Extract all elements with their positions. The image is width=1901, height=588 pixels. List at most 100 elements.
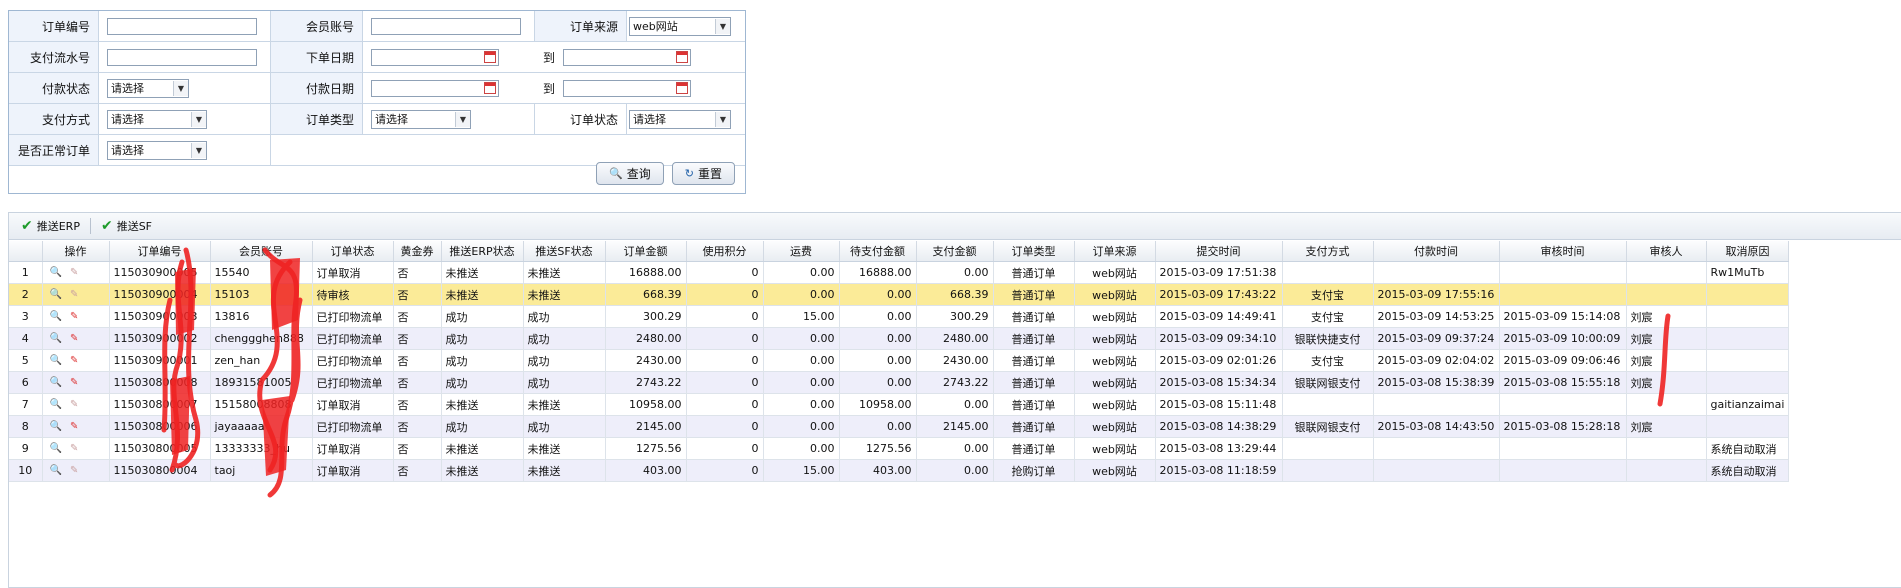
edit-icon[interactable]: ✎: [70, 377, 78, 388]
cell-pay-method: 银联网银支付: [1282, 371, 1374, 394]
cell-submit-time: 2015-03-09 14:49:41: [1155, 305, 1283, 328]
cell-order-status: 订单取消: [312, 261, 394, 284]
col-header-push-sf-status[interactable]: 推送SF状态: [523, 241, 606, 262]
magnifier-icon[interactable]: 🔍: [50, 267, 62, 278]
order-date-start[interactable]: [371, 48, 499, 66]
source-select-value: web网站: [633, 20, 678, 33]
reset-button[interactable]: ↻ 重置: [671, 162, 735, 185]
col-header-op[interactable]: 操作: [42, 241, 110, 262]
order-status-select[interactable]: 请选择 ▼: [629, 109, 731, 129]
col-header-submit-time[interactable]: 提交时间: [1155, 241, 1283, 262]
table-row[interactable]: 3 🔍 ✎ 115030900003 13816 已打印物流单否成功 成功 300.29 0 15…: [9, 305, 1790, 328]
col-header-review-time[interactable]: 审核时间: [1499, 241, 1627, 262]
member-input[interactable]: [371, 17, 521, 35]
normal-order-label: 是否正常订单: [9, 135, 99, 166]
magnifier-icon[interactable]: 🔍: [50, 465, 62, 476]
op-cell: 🔍 ✎: [42, 261, 110, 284]
table-row[interactable]: 5 🔍 ✎ 115030900001 zen_han 已打印物流单否成功 成功 2430.00…: [9, 349, 1790, 372]
col-header-cancel-reason[interactable]: 取消原因: [1706, 241, 1790, 262]
op-cell: 🔍 ✎: [42, 349, 110, 372]
cell-review-time: [1499, 393, 1627, 416]
cell-order-no: 115030800004: [109, 459, 211, 482]
magnifier-icon[interactable]: 🔍: [50, 421, 62, 432]
col-header-freight[interactable]: 运费: [763, 241, 840, 262]
edit-icon[interactable]: ✎: [70, 399, 78, 410]
magnifier-icon[interactable]: 🔍: [50, 377, 62, 388]
table-row[interactable]: 9 🔍 ✎ 115030800005 13333333_hu 订单取消否未推送 未推送 127…: [9, 437, 1790, 460]
magnifier-icon[interactable]: 🔍: [50, 355, 62, 366]
col-header-order-amount[interactable]: 订单金额: [605, 241, 687, 262]
push-sf-button[interactable]: ✔ 推送SF: [95, 215, 158, 237]
col-header-gold-coupon[interactable]: 黄金券: [393, 241, 442, 262]
magnifier-icon[interactable]: 🔍: [50, 289, 62, 300]
edit-icon[interactable]: ✎: [70, 311, 78, 322]
table-row[interactable]: 2 🔍 ✎ 115030900004 15103 待审核否未推送 未推送 668.39 0 0.0…: [9, 283, 1790, 306]
query-button[interactable]: 🔍 查询: [596, 162, 664, 185]
col-header-reviewer[interactable]: 审核人: [1626, 241, 1707, 262]
cell-freight: 0.00: [763, 415, 840, 438]
col-header-rownum[interactable]: [9, 241, 43, 262]
cell-reviewer: [1626, 261, 1707, 284]
cell-freight: 0.00: [763, 349, 840, 372]
cell-order-type: 普通订单: [993, 437, 1075, 460]
pay-method-select[interactable]: 请选择 ▼: [107, 109, 207, 129]
col-header-pending-amount[interactable]: 待支付金额: [839, 241, 917, 262]
order-no-input[interactable]: [107, 17, 257, 35]
magnifier-icon[interactable]: 🔍: [50, 311, 62, 322]
cell-order-no: 115030900004: [109, 283, 211, 306]
calendar-icon[interactable]: [676, 50, 689, 63]
col-header-push-erp-status[interactable]: 推送ERP状态: [441, 241, 524, 262]
col-header-order-type[interactable]: 订单类型: [993, 241, 1075, 262]
pay-status-select[interactable]: 请选择 ▼: [107, 78, 189, 98]
edit-icon[interactable]: ✎: [70, 355, 78, 366]
cell-reviewer: 刘宸: [1626, 305, 1707, 328]
edit-icon[interactable]: ✎: [70, 465, 78, 476]
magnifier-icon[interactable]: 🔍: [50, 443, 62, 454]
pay-date-end[interactable]: [563, 79, 692, 97]
table-header-row: 操作 订单编号 会员账号 订单状态 黄金券 推送ERP状态 推送SF状态 订单金额 使用积分 运费…: [9, 241, 1790, 262]
edit-icon[interactable]: ✎: [70, 443, 78, 454]
col-header-pay-method[interactable]: 支付方式: [1282, 241, 1374, 262]
cell-pending-amount: 0.00: [839, 305, 917, 328]
calendar-icon[interactable]: [484, 50, 496, 63]
edit-icon[interactable]: ✎: [70, 333, 78, 344]
col-header-pay-time[interactable]: 付款时间: [1373, 241, 1500, 262]
pay-serial-input[interactable]: [107, 48, 257, 66]
cell-submit-time: 2015-03-09 09:34:10: [1155, 327, 1283, 350]
table-row[interactable]: 4 🔍 ✎ 115030900002 chenggghen888 已打印物流单否成功 成功 2…: [9, 327, 1790, 350]
cell-cancel-reason: [1706, 305, 1790, 328]
table-row[interactable]: 7 🔍 ✎ 115030800007 15158008808 订单取消否未推送 未推送 109…: [9, 393, 1790, 416]
col-header-member[interactable]: 会员账号: [210, 241, 313, 262]
edit-icon[interactable]: ✎: [70, 421, 78, 432]
edit-icon[interactable]: ✎: [70, 289, 78, 300]
cell-reviewer: 刘宸: [1626, 349, 1707, 372]
order-date-end[interactable]: [563, 48, 692, 66]
col-header-order-status[interactable]: 订单状态: [312, 241, 394, 262]
pay-date-start[interactable]: [371, 79, 499, 97]
cell-push-erp-status: 成功: [441, 371, 524, 394]
edit-icon[interactable]: ✎: [70, 267, 78, 278]
cell-submit-time: 2015-03-08 11:18:59: [1155, 459, 1283, 482]
source-select[interactable]: web网站 ▼: [629, 16, 731, 36]
op-cell: 🔍 ✎: [42, 371, 110, 394]
normal-order-select[interactable]: 请选择 ▼: [107, 140, 207, 160]
table-row[interactable]: 1 🔍 ✎ 115030900005 15540 订单取消否未推送 未推送 16888.00 0…: [9, 261, 1790, 284]
push-erp-button[interactable]: ✔ 推送ERP: [15, 215, 86, 237]
table-row[interactable]: 10 🔍 ✎ 115030800004 taoj 订单取消否未推送 未推送 403.00 0 15…: [9, 459, 1790, 482]
order-date-label: 下单日期: [271, 42, 363, 73]
calendar-icon[interactable]: [484, 81, 496, 94]
calendar-icon[interactable]: [676, 81, 689, 94]
magnifier-icon[interactable]: 🔍: [50, 399, 62, 410]
table-row[interactable]: 8 🔍 ✎ 115030800006 jayaaaaa 已打印物流单否成功 成功 2145.0…: [9, 415, 1790, 438]
source-label: 订单来源: [535, 11, 627, 42]
form-buttons: 🔍 查询 ↻ 重置: [596, 162, 735, 185]
push-sf-label: 推送SF: [116, 220, 153, 233]
col-header-order-source[interactable]: 订单来源: [1074, 241, 1156, 262]
magnifier-icon[interactable]: 🔍: [50, 333, 62, 344]
col-header-order-no[interactable]: 订单编号: [109, 241, 211, 262]
order-type-select[interactable]: 请选择 ▼: [371, 109, 471, 129]
col-header-paid-amount[interactable]: 支付金额: [916, 241, 994, 262]
reset-button-label: 重置: [697, 167, 722, 181]
table-row[interactable]: 6 🔍 ✎ 115030800008 18931581005 已打印物流单否成功 成功 274…: [9, 371, 1790, 394]
col-header-points[interactable]: 使用积分: [686, 241, 764, 262]
